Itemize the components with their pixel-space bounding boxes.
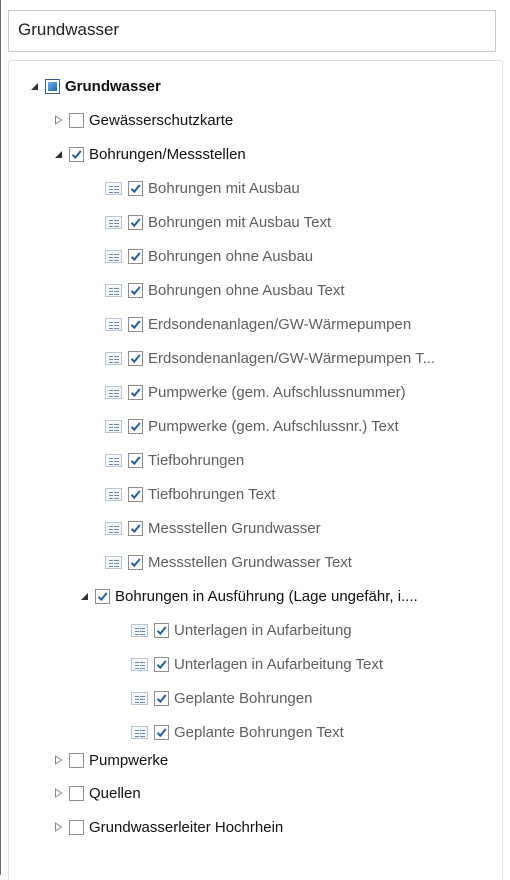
legend-icon[interactable] <box>105 317 122 331</box>
legend-icon[interactable] <box>105 283 122 297</box>
node-label: Bohrungen in Ausführung (Lage ungefähr, … <box>115 587 418 605</box>
expanded-arrow-icon[interactable] <box>27 79 41 93</box>
panel-title: Grundwasser <box>18 20 120 39</box>
legend-icon[interactable] <box>105 419 122 433</box>
node-label: Bohrungen/Messstellen <box>89 145 246 163</box>
layer-label: Unterlagen in Aufarbeitung <box>174 621 352 639</box>
tree-leaf-layer: Unterlagen in Aufarbeitung Text <box>131 649 383 679</box>
tree-leaf-layer: Bohrungen mit Ausbau <box>105 173 300 203</box>
tree-leaf-layer: Tiefbohrungen Text <box>105 479 276 509</box>
legend-icon[interactable] <box>105 385 122 399</box>
legend-icon[interactable] <box>105 453 122 467</box>
layer-label: Pumpwerke (gem. Aufschlussnr.) Text <box>148 417 399 435</box>
layer-label: Messstellen Grundwasser <box>148 519 321 537</box>
tree-node-grundwasser: Grundwasser <box>27 71 161 101</box>
layer-label: Tiefbohrungen Text <box>148 485 276 503</box>
collapsed-arrow-icon[interactable] <box>51 113 65 127</box>
checked-checkbox[interactable] <box>128 248 143 264</box>
node-label: Quellen <box>89 784 141 802</box>
tree-leaf-layer: Erdsondenanlagen/GW-Wärmepumpen T... <box>105 343 435 373</box>
tree-leaf-layer: Unterlagen in Aufarbeitung <box>131 615 352 645</box>
checkbox[interactable] <box>69 819 84 835</box>
node-label: Grundwasser <box>65 77 161 95</box>
layer-label: Pumpwerke (gem. Aufschlussnummer) <box>148 383 406 401</box>
legend-icon[interactable] <box>105 555 122 569</box>
collapsed-arrow-icon[interactable] <box>51 753 65 767</box>
checked-checkbox[interactable] <box>128 452 143 468</box>
legend-icon[interactable] <box>131 623 148 637</box>
tree-leaf-layer: Pumpwerke (gem. Aufschlussnr.) Text <box>105 411 399 441</box>
panel-header: Grundwasser <box>8 10 496 52</box>
collapsed-arrow-icon[interactable] <box>51 820 65 834</box>
tree-node-grundwasserleiter: Grundwasserleiter Hochrhein <box>51 812 283 842</box>
checked-checkbox[interactable] <box>128 180 143 196</box>
checkbox[interactable] <box>69 112 84 128</box>
legend-icon[interactable] <box>105 351 122 365</box>
tree-leaf-layer: Messstellen Grundwasser Text <box>105 547 352 577</box>
checked-checkbox[interactable] <box>154 622 169 638</box>
expanded-arrow-icon[interactable] <box>77 589 91 603</box>
tree-leaf-layer: Geplante Bohrungen Text <box>131 717 344 747</box>
layer-label: Geplante Bohrungen <box>174 689 313 707</box>
node-label: Gewässerschutzkarte <box>89 111 234 129</box>
checked-checkbox[interactable] <box>95 588 110 604</box>
layer-tree: Grundwasser Gewässerschutzkarte Bohrunge… <box>8 60 503 880</box>
layer-label: Bohrungen mit Ausbau <box>148 179 300 197</box>
checked-checkbox[interactable] <box>154 724 169 740</box>
checked-checkbox[interactable] <box>128 316 143 332</box>
legend-icon[interactable] <box>105 215 122 229</box>
checked-checkbox[interactable] <box>128 214 143 230</box>
tree-leaf-layer: Bohrungen mit Ausbau Text <box>105 207 331 237</box>
legend-icon[interactable] <box>131 691 148 705</box>
layer-label: Unterlagen in Aufarbeitung Text <box>174 655 384 673</box>
tree-node-quellen: Quellen <box>51 778 141 808</box>
checked-checkbox[interactable] <box>128 520 143 536</box>
tree-node-gewaesserschutzkarte: Gewässerschutzkarte <box>51 105 233 135</box>
tree-leaf-layer: Geplante Bohrungen <box>131 683 312 713</box>
layer-label: Bohrungen ohne Ausbau <box>148 247 314 265</box>
layer-label: Bohrungen mit Ausbau Text <box>148 213 332 231</box>
layer-label: Erdsondenanlagen/GW-Wärmepumpen T... <box>148 349 436 367</box>
layer-label: Bohrungen ohne Ausbau Text <box>148 281 345 299</box>
checked-checkbox[interactable] <box>128 554 143 570</box>
checked-checkbox[interactable] <box>154 690 169 706</box>
tree-leaf-layer: Bohrungen ohne Ausbau Text <box>105 275 345 305</box>
layer-label: Geplante Bohrungen Text <box>174 723 344 741</box>
tree-leaf-layer: Tiefbohrungen <box>105 445 244 475</box>
legend-icon[interactable] <box>105 487 122 501</box>
legend-icon[interactable] <box>105 181 122 195</box>
layer-label: Erdsondenanlagen/GW-Wärmepumpen <box>148 315 412 333</box>
legend-icon[interactable] <box>105 249 122 263</box>
node-label: Grundwasserleiter Hochrhein <box>89 818 284 836</box>
node-label: Pumpwerke <box>89 751 169 769</box>
tree-leaf-layer: Messstellen Grundwasser <box>105 513 321 543</box>
tree-node-pumpwerke: Pumpwerke <box>51 745 168 775</box>
tree-leaf-layer: Erdsondenanlagen/GW-Wärmepumpen <box>105 309 411 339</box>
partial-checkbox[interactable] <box>45 78 60 94</box>
tree-leaf-layer: Pumpwerke (gem. Aufschlussnummer) <box>105 377 406 407</box>
checked-checkbox[interactable] <box>128 486 143 502</box>
layer-label: Tiefbohrungen <box>148 451 245 469</box>
checked-checkbox[interactable] <box>128 384 143 400</box>
collapsed-arrow-icon[interactable] <box>51 786 65 800</box>
layer-label: Messstellen Grundwasser Text <box>148 553 352 571</box>
tree-node-bohrungen-messstellen: Bohrungen/Messstellen <box>51 139 246 169</box>
checked-checkbox[interactable] <box>128 418 143 434</box>
checked-checkbox[interactable] <box>128 282 143 298</box>
checked-checkbox[interactable] <box>154 656 169 672</box>
legend-icon[interactable] <box>131 657 148 671</box>
legend-icon[interactable] <box>105 521 122 535</box>
checked-checkbox[interactable] <box>128 350 143 366</box>
tree-node-bohrungen-ausfuehrung: Bohrungen in Ausführung (Lage ungefähr, … <box>77 581 418 611</box>
checked-checkbox[interactable] <box>69 146 84 162</box>
checkbox[interactable] <box>69 752 84 768</box>
legend-icon[interactable] <box>131 725 148 739</box>
window-border <box>0 0 1 875</box>
checkbox[interactable] <box>69 785 84 801</box>
tree-leaf-layer: Bohrungen ohne Ausbau <box>105 241 313 271</box>
expanded-arrow-icon[interactable] <box>51 147 65 161</box>
